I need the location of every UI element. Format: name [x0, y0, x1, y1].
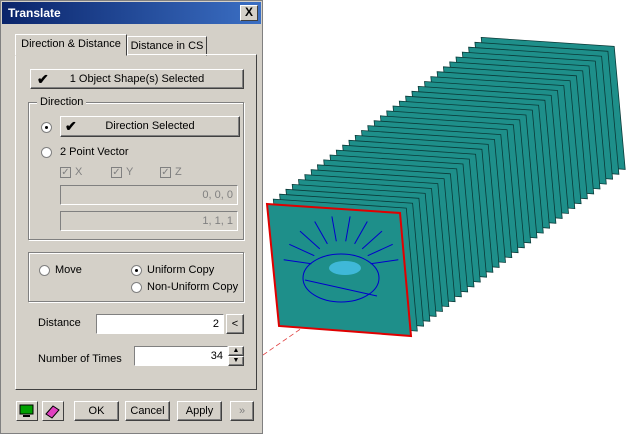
- translate-dialog: Translate X Direction & Distance Distanc…: [0, 0, 263, 434]
- direction-selected-radio[interactable]: [41, 122, 52, 133]
- direction-selected-label: Direction Selected: [105, 120, 195, 132]
- direction-group: Direction ✔ Direction Selected 2 Point V…: [28, 96, 244, 240]
- uniform-copy-radio[interactable]: [131, 265, 142, 276]
- two-point-vector-label: 2 Point Vector: [60, 146, 129, 158]
- dome-outline: [302, 253, 380, 303]
- copy-mode-group: Move Uniform Copy Non-Uniform Copy: [28, 252, 244, 302]
- dome-highlight: [329, 261, 361, 275]
- x-label: X: [75, 166, 83, 178]
- more-button[interactable]: »: [230, 401, 254, 421]
- 3d-viewport[interactable]: [263, 0, 634, 436]
- y-label: Y: [126, 166, 134, 178]
- direction-group-label: Direction: [37, 96, 87, 108]
- checkmark-icon: ✔: [37, 71, 49, 87]
- tab-panel: ✔ 1 Object Shape(s) Selected Direction ✔…: [15, 54, 257, 390]
- z-checkbox[interactable]: ✓: [160, 167, 171, 178]
- cancel-button[interactable]: Cancel: [125, 401, 170, 421]
- two-point-vector-radio[interactable]: [41, 147, 52, 158]
- apply-button[interactable]: Apply: [177, 401, 222, 421]
- z-label: Z: [175, 166, 182, 178]
- direction-selected-button[interactable]: ✔ Direction Selected: [60, 116, 240, 137]
- dialog-title: Translate: [8, 6, 61, 20]
- move-label: Move: [55, 264, 82, 276]
- monitor-icon: [19, 404, 34, 417]
- preview-button[interactable]: [16, 401, 38, 421]
- object-selection-button[interactable]: ✔ 1 Object Shape(s) Selected: [30, 69, 244, 89]
- tab-direction-distance[interactable]: Direction & Distance: [15, 34, 127, 56]
- uniform-copy-label: Uniform Copy: [147, 264, 215, 276]
- spin-down-button[interactable]: ▼: [228, 356, 244, 366]
- move-radio[interactable]: [39, 265, 50, 276]
- title-bar[interactable]: Translate X: [2, 2, 261, 24]
- point2-field[interactable]: 1, 1, 1: [60, 211, 238, 231]
- checkmark-icon: ✔: [65, 118, 77, 134]
- non-uniform-copy-label: Non-Uniform Copy: [147, 281, 239, 293]
- close-button[interactable]: X: [240, 5, 258, 21]
- number-of-times-label: Number of Times: [38, 353, 122, 365]
- non-uniform-copy-radio[interactable]: [131, 282, 142, 293]
- pick-distance-button[interactable]: <: [226, 314, 244, 334]
- object-selection-label: 1 Object Shape(s) Selected: [69, 73, 205, 85]
- distance-label: Distance: [38, 317, 81, 329]
- spin-up-button[interactable]: ▲: [228, 346, 244, 356]
- selected-shape[interactable]: [265, 202, 413, 338]
- tab-distance-in-cs[interactable]: Distance in CS: [127, 36, 207, 56]
- clear-button[interactable]: [42, 401, 64, 421]
- number-of-times-input[interactable]: 34: [134, 346, 228, 366]
- eraser-icon: [45, 405, 60, 419]
- distance-input[interactable]: 2: [96, 314, 224, 334]
- ok-button[interactable]: OK: [74, 401, 119, 421]
- x-checkbox[interactable]: ✓: [60, 167, 71, 178]
- point1-field[interactable]: 0, 0, 0: [60, 185, 238, 205]
- y-checkbox[interactable]: ✓: [111, 167, 122, 178]
